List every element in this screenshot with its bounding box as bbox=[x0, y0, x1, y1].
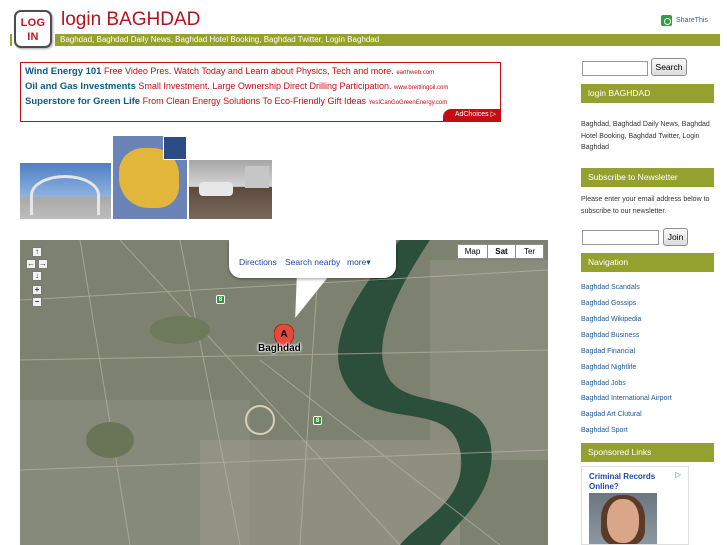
ad-url[interactable]: YesICanGoGreenEnergy.com bbox=[369, 100, 448, 106]
ad-url[interactable]: www.breitlingoil.com bbox=[394, 85, 448, 91]
adchoices-button[interactable]: AdChoices ▷ bbox=[443, 109, 500, 121]
nav-item-scandals[interactable]: Baghdad Scandals bbox=[581, 284, 640, 291]
ad-unit: Wind Energy 101 Free Video Pres. Watch T… bbox=[20, 62, 501, 122]
thumbnail-street-photo[interactable] bbox=[189, 160, 272, 219]
tagline-bar: Baghdad, Baghdad Daily News, Baghdad Hot… bbox=[55, 34, 720, 46]
nav-item-nightlife[interactable]: Baghdad Nightlife bbox=[581, 364, 636, 371]
road-shield: 8 bbox=[216, 295, 225, 304]
ad-title[interactable]: Wind Energy 101 bbox=[25, 66, 101, 77]
ad-title[interactable]: Superstore for Green Life bbox=[25, 96, 140, 107]
adchoices-icon[interactable]: ▷ bbox=[675, 470, 685, 480]
ad-text: Small Investment. Large Ownership Direct… bbox=[138, 81, 392, 91]
sponsored-ad-title[interactable]: Criminal Records Online? bbox=[589, 472, 669, 492]
map-place-label: Baghdad bbox=[258, 343, 301, 354]
search-input[interactable] bbox=[582, 61, 648, 76]
pan-up-button[interactable]: ↑ bbox=[32, 247, 42, 257]
logo-text-line1: LOG bbox=[20, 17, 46, 29]
ad-title[interactable]: Oil and Gas Investments bbox=[25, 81, 136, 92]
info-bubble: Directions Search nearby more▾ bbox=[229, 240, 396, 278]
thumbnail-iraq-map[interactable] bbox=[113, 136, 187, 219]
newsletter-text: Please enter your email address below to… bbox=[581, 196, 710, 215]
share-icon bbox=[661, 15, 672, 26]
sponsored-ad-photo[interactable] bbox=[589, 493, 657, 544]
ad-item[interactable]: Superstore for Green Life From Clean Ene… bbox=[25, 96, 447, 107]
map-type-terrain-button[interactable]: Ter bbox=[515, 244, 544, 259]
share-this-link[interactable]: ShareThis bbox=[661, 15, 708, 26]
site-title[interactable]: login BAGHDAD bbox=[61, 9, 200, 31]
ad-url[interactable]: earthweb.com bbox=[396, 70, 434, 76]
building-shape bbox=[245, 166, 269, 188]
pan-left-button[interactable]: ← bbox=[26, 259, 36, 269]
directions-link[interactable]: Directions bbox=[239, 257, 277, 267]
nav-item-airport[interactable]: Baghdad International Airport bbox=[581, 395, 672, 402]
zoom-out-button[interactable]: − bbox=[32, 297, 42, 307]
zoom-in-button[interactable]: + bbox=[32, 285, 42, 295]
nav-item-business[interactable]: Baghdad Business bbox=[581, 332, 639, 339]
ad-item[interactable]: Oil and Gas Investments Small Investment… bbox=[25, 81, 448, 92]
arch-shape bbox=[30, 175, 100, 215]
nav-item-jobs[interactable]: Baghdad Jobs bbox=[581, 380, 626, 387]
ad-text: From Clean Energy Solutions To Eco-Frien… bbox=[142, 96, 367, 106]
nav-item-wikipedia[interactable]: Baghdad Wikipedia bbox=[581, 316, 641, 323]
search-button[interactable]: Search bbox=[651, 58, 687, 76]
road-shield: 8 bbox=[313, 416, 322, 425]
nav-item-financial[interactable]: Bagdad Financial bbox=[581, 348, 635, 355]
logo-text-line2: IN bbox=[27, 31, 39, 43]
login-logo[interactable]: LOG IN bbox=[14, 10, 52, 48]
share-label: ShareThis bbox=[676, 17, 708, 24]
search-nearby-link[interactable]: Search nearby bbox=[285, 257, 340, 267]
thumbnail-monument-photo[interactable] bbox=[20, 163, 111, 219]
nav-item-art[interactable]: Bagdad Art Clutural bbox=[581, 411, 642, 418]
nav-item-sport[interactable]: Baghdad Sport bbox=[581, 427, 628, 434]
map-inset bbox=[163, 136, 187, 160]
newsletter-heading: Subscribe to Newsletter bbox=[581, 168, 714, 187]
join-button[interactable]: Join bbox=[663, 228, 688, 246]
more-link[interactable]: more▾ bbox=[347, 257, 371, 268]
navigation-heading: Navigation bbox=[581, 253, 714, 272]
marker-letter: A bbox=[280, 329, 287, 340]
map-type-map-button[interactable]: Map bbox=[457, 244, 488, 259]
header-left-rule bbox=[10, 34, 12, 46]
sponsored-ad[interactable]: Criminal Records Online? ▷ bbox=[581, 466, 689, 545]
sponsored-heading: Sponsored Links bbox=[581, 443, 714, 462]
ad-text: Free Video Pres. Watch Today and Learn a… bbox=[103, 66, 394, 76]
about-heading: login BAGHDAD bbox=[581, 84, 714, 103]
car-shape bbox=[199, 182, 233, 196]
map-imagery bbox=[20, 240, 548, 545]
email-field[interactable] bbox=[582, 230, 659, 245]
map-type-satellite-button[interactable]: Sat bbox=[487, 244, 516, 259]
photo-face-shape bbox=[607, 499, 639, 543]
pan-right-button[interactable]: → bbox=[38, 259, 48, 269]
nav-item-gossips[interactable]: Baghdad Gossips bbox=[581, 300, 636, 307]
about-text: Baghdad, Baghdad Daily News, Baghdad Hot… bbox=[581, 121, 710, 151]
ad-item[interactable]: Wind Energy 101 Free Video Pres. Watch T… bbox=[25, 66, 434, 77]
pan-down-button[interactable]: ↓ bbox=[32, 271, 42, 281]
satellite-map[interactable]: ↑ ← → ↓ + − Map Sat Ter Directions Searc… bbox=[20, 240, 548, 545]
